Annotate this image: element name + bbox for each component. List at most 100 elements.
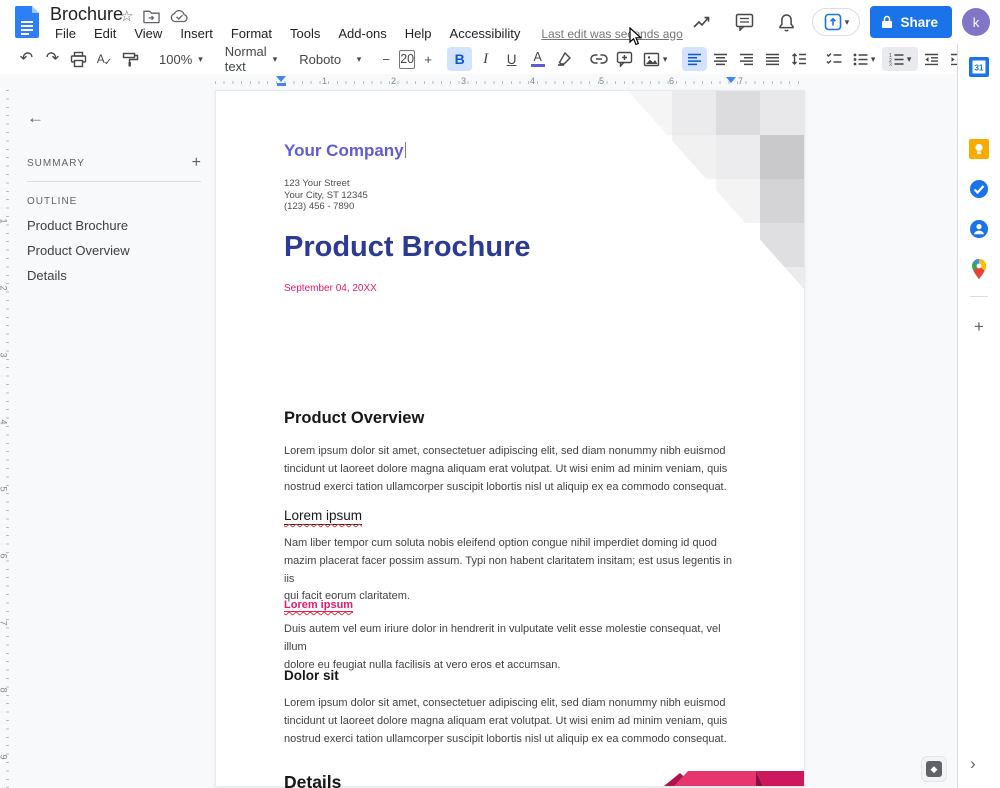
align-center-button[interactable] [708, 47, 733, 71]
notifications-button[interactable] [770, 6, 802, 38]
paragraph-dolor[interactable]: Lorem ipsum dolor sit amet, consectetuer… [284, 695, 740, 748]
heading-details[interactable]: Details [284, 772, 341, 788]
outline-item-product-brochure[interactable]: Product Brochure [27, 213, 211, 238]
vertical-ruler[interactable]: 1 2 3 4 5 6 7 8 9 [0, 90, 14, 788]
italic-button[interactable]: I [473, 47, 498, 71]
ruler-number: 4 [530, 76, 535, 86]
undo-button[interactable]: ↶ [14, 47, 39, 71]
ruler-ticks [215, 81, 805, 84]
checklist-button[interactable] [821, 47, 846, 71]
left-indent-marker[interactable] [277, 83, 286, 86]
document-heading-title[interactable]: Product Brochure [284, 231, 531, 264]
move-folder-icon[interactable] [143, 9, 160, 24]
paragraph-nam[interactable]: Nam liber tempor cum soluta nobis eleife… [284, 535, 740, 606]
align-right-icon [739, 53, 754, 66]
open-comment-history-button[interactable] [728, 6, 760, 38]
close-outline-button[interactable]: ← [27, 108, 211, 128]
redo-button[interactable]: ↷ [40, 47, 65, 71]
line-spacing-icon [791, 52, 807, 66]
right-indent-marker[interactable] [726, 77, 736, 83]
summary-label: SUMMARY [27, 158, 85, 169]
contacts-app-button[interactable] [968, 218, 990, 240]
get-addons-button[interactable]: + [968, 316, 990, 338]
ruler-number: 6 [669, 76, 674, 86]
font-select[interactable]: Roboto ▾ [293, 47, 367, 71]
docs-logo-icon[interactable] [15, 6, 39, 38]
menu-view[interactable]: View [127, 25, 169, 42]
ruler-number: 3 [0, 352, 9, 357]
align-justify-button[interactable] [760, 47, 785, 71]
document-activity-button[interactable] [686, 6, 718, 38]
decrease-indent-icon [924, 53, 939, 66]
font-size-decrease-button[interactable]: − [377, 47, 395, 71]
menu-tools[interactable]: Tools [283, 25, 327, 42]
presence-meet-button[interactable]: ▾ [812, 8, 860, 36]
bulleted-list-button[interactable]: ▾ [847, 47, 881, 71]
align-left-button[interactable] [682, 47, 707, 71]
zoom-select[interactable]: 100% ▾ [153, 47, 209, 71]
bold-button[interactable]: B [447, 47, 472, 71]
lorem-ipsum-link[interactable]: Lorem ipsum [284, 599, 353, 611]
add-comment-button[interactable] [612, 47, 637, 71]
add-summary-button[interactable]: + [192, 154, 201, 172]
text-color-button[interactable]: A [525, 47, 550, 71]
insert-image-button[interactable]: ▾ [638, 47, 672, 71]
document-title[interactable]: Brochure [50, 4, 123, 25]
print-button[interactable] [66, 47, 91, 71]
decrease-indent-button[interactable] [919, 47, 944, 71]
keep-app-button[interactable] [968, 138, 990, 160]
account-avatar[interactable]: k [962, 8, 990, 36]
avatar-letter: k [973, 15, 980, 30]
ruler-number: 1 [322, 76, 327, 86]
heading-lorem-ipsum[interactable]: Lorem ipsum [284, 508, 362, 523]
align-justify-icon [765, 53, 780, 66]
menu-addons[interactable]: Add-ons [331, 25, 393, 42]
ruler-number: 7 [0, 620, 9, 625]
last-edit-link[interactable]: Last edit was seconds ago [541, 27, 682, 41]
menu-format[interactable]: Format [224, 25, 279, 42]
cloud-saved-icon[interactable] [170, 9, 189, 23]
toolbar: ↶ ↷ A✓ 100% ▾ Normal text ▾ Roboto ▾ − 2… [0, 44, 957, 74]
heading-product-overview[interactable]: Product Overview [284, 409, 424, 428]
document-date-text[interactable]: September 04, 20XX [284, 283, 377, 294]
highlight-color-button[interactable] [551, 47, 576, 71]
align-right-button[interactable] [734, 47, 759, 71]
numbered-list-button[interactable]: 123 ▾ [882, 47, 918, 71]
menu-file[interactable]: File [48, 25, 83, 42]
heading-dolor-sit[interactable]: Dolor sit [284, 668, 339, 683]
company-name-text[interactable]: Your Company [284, 141, 406, 161]
outline-item-details[interactable]: Details [27, 263, 211, 288]
font-size-input[interactable]: 20 [399, 50, 415, 69]
outline-item-product-overview[interactable]: Product Overview [27, 238, 211, 263]
insert-link-button[interactable] [586, 47, 611, 71]
document-page[interactable]: Your Company 123 Your Street Your City, … [215, 90, 805, 787]
paragraph-duis[interactable]: Duis autem vel eum iriure dolor in hendr… [284, 621, 740, 674]
explore-button[interactable]: ◆ [921, 756, 947, 782]
link-icon [590, 53, 608, 65]
footer-ribbon-decoration [664, 768, 804, 786]
line-spacing-button[interactable] [786, 47, 811, 71]
underline-button[interactable]: U [499, 47, 524, 71]
menu-edit[interactable]: Edit [87, 25, 123, 42]
calendar-app-button[interactable]: 31 [968, 56, 990, 78]
font-size-increase-button[interactable]: + [419, 47, 437, 71]
styles-value: Normal text [225, 44, 267, 74]
menu-insert[interactable]: Insert [173, 25, 220, 42]
tasks-app-button[interactable] [968, 178, 990, 200]
paint-format-button[interactable] [118, 47, 143, 71]
activity-trend-icon [692, 13, 712, 31]
styles-select[interactable]: Normal text ▾ [219, 47, 283, 71]
company-address-text[interactable]: 123 Your Street Your City, ST 12345 (123… [284, 178, 368, 213]
ruler-ticks [6, 90, 9, 788]
share-button[interactable]: Share [870, 6, 952, 38]
menu-help[interactable]: Help [398, 25, 439, 42]
spellcheck-button[interactable]: A✓ [92, 47, 117, 71]
google-side-panel: 31 + › [957, 44, 1000, 788]
horizontal-ruler[interactable]: 1 2 3 4 5 6 7 [215, 75, 805, 89]
expand-side-panel-button[interactable]: › [970, 754, 976, 774]
first-line-indent-marker[interactable] [276, 76, 286, 82]
paragraph-overview[interactable]: Lorem ipsum dolor sit amet, consectetuer… [284, 443, 740, 496]
menu-accessibility[interactable]: Accessibility [443, 25, 528, 42]
maps-app-button[interactable] [968, 258, 990, 280]
star-icon[interactable]: ☆ [120, 7, 133, 25]
